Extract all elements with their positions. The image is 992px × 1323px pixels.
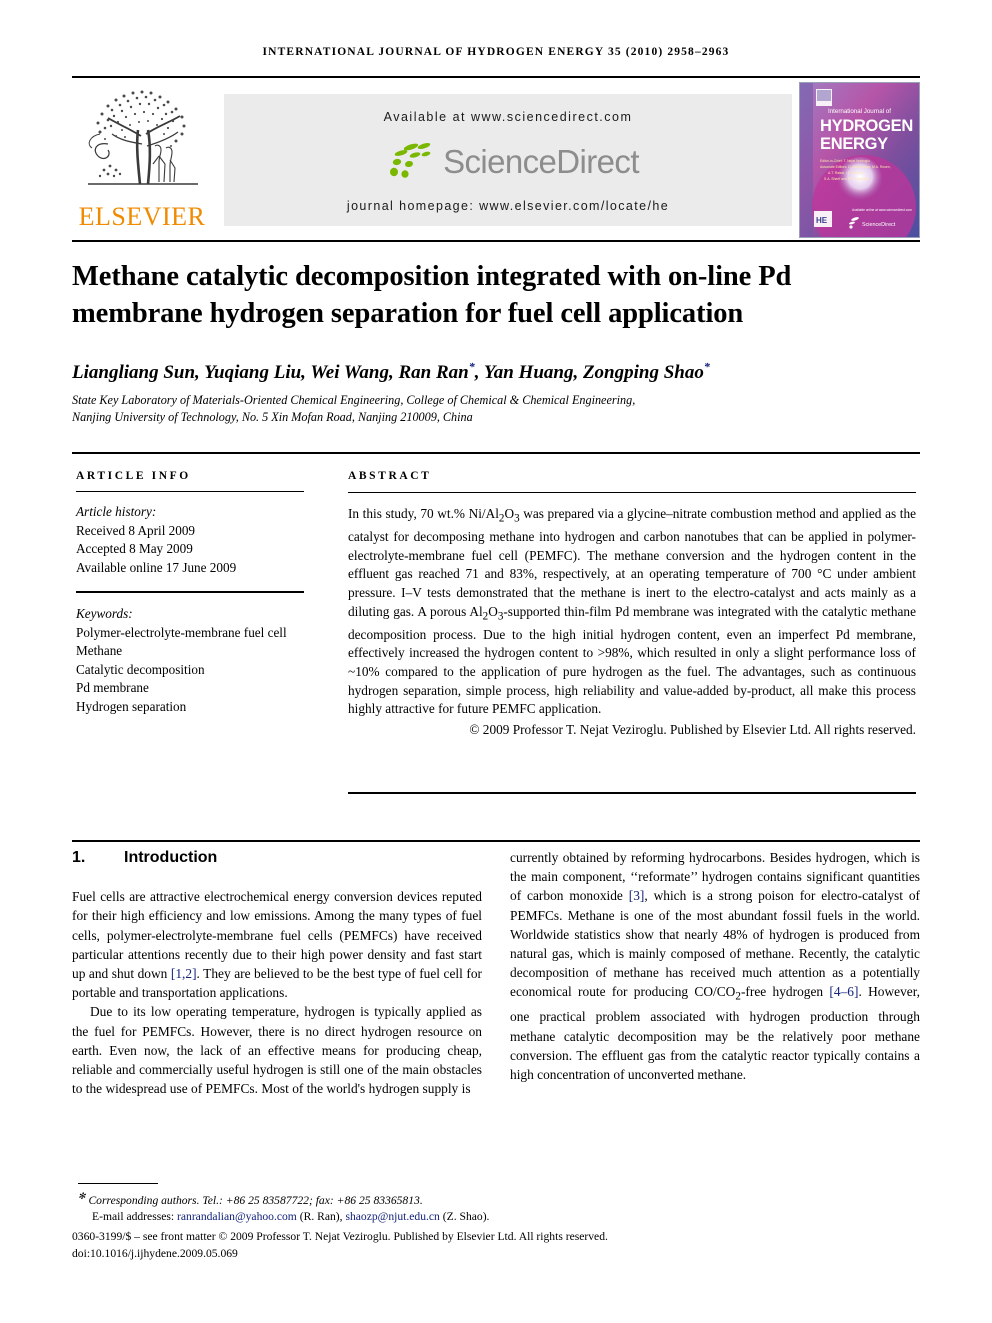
- keyword-item: Catalytic decomposition: [76, 661, 205, 677]
- footnote-rule: [78, 1183, 158, 1184]
- article-info-mid-rule: [76, 591, 304, 593]
- email-link-1[interactable]: ranrandalian@yahoo.com: [177, 1210, 297, 1223]
- doi-line[interactable]: doi:10.1016/j.ijhydene.2009.05.069: [72, 1246, 920, 1263]
- author-names: Liangliang Sun, Yuqiang Liu, Wei Wang, R…: [72, 360, 710, 384]
- abstract-text: In this study, 70 wt.% Ni/Al2O3 was prep…: [348, 506, 916, 717]
- sciencedirect-logo: ScienceDirect: [224, 138, 792, 186]
- corresponding-author-text: Corresponding authors. Tel.: +86 25 8358…: [88, 1193, 423, 1207]
- elsevier-wordmark: ELSEVIER: [78, 202, 206, 231]
- abstract-heading: ABSTRACT: [348, 470, 916, 482]
- corresponding-author-note: ✻ Corresponding authors. Tel.: +86 25 83…: [72, 1188, 920, 1209]
- svg-text:ScienceDirect: ScienceDirect: [862, 222, 896, 228]
- intro-paragraph-2: Due to its low operating temperature, hy…: [72, 1004, 482, 1097]
- svg-text:Editor-in-Chief: T. Nejat Vez: Editor-in-Chief: T. Nejat Veziroglu: [820, 159, 870, 163]
- affiliation-line-1: State Key Laboratory of Materials-Orient…: [72, 393, 636, 407]
- intro-paragraph-3: currently obtained by reforming hydrocar…: [510, 850, 921, 1082]
- article-history-accepted: Accepted 8 May 2009: [76, 541, 193, 556]
- keywords-block: Keywords: Polymer-electrolyte-membrane f…: [76, 605, 304, 716]
- journal-cover-thumbnail: International Journal of HYDROGEN ENERGY…: [799, 82, 920, 238]
- masthead-divider-rule: [72, 240, 920, 242]
- sciencedirect-band: Available at www.sciencedirect.com Scien…: [224, 94, 792, 226]
- section-number: 1.: [72, 849, 86, 866]
- page-footer: ✻ Corresponding authors. Tel.: +86 25 83…: [72, 1188, 920, 1262]
- abstract-column: ABSTRACT In this study, 70 wt.% Ni/Al2O3…: [348, 470, 916, 739]
- section-heading-introduction: 1. Introduction: [72, 848, 482, 867]
- author-list: Liangliang Sun, Yuqiang Liu, Wei Wang, R…: [72, 360, 914, 384]
- email-owner-2: (Z. Shao).: [442, 1210, 490, 1224]
- article-info-heading: ARTICLE INFO: [76, 470, 304, 482]
- article-info-column: ARTICLE INFO Article history: Received 8…: [76, 470, 304, 716]
- svg-text:HYDROGEN: HYDROGEN: [820, 117, 913, 135]
- header-divider-rule: [72, 76, 920, 78]
- elsevier-logo: ELSEVIER: [72, 82, 212, 238]
- asterisk-icon: ✻: [78, 1191, 86, 1201]
- email-owner-1: (R. Ran),: [299, 1210, 343, 1224]
- journal-article-page: International Journal of Hydrogen Energy…: [0, 0, 992, 1323]
- sciencedirect-wordmark: ScienceDirect: [443, 143, 639, 180]
- affiliation: State Key Laboratory of Materials-Orient…: [72, 392, 772, 425]
- body-column-left: 1. Introduction Fuel cells are attractive…: [72, 848, 482, 1098]
- email-label: E-mail addresses:: [92, 1210, 175, 1224]
- article-info-heading-text: ARTICLE INFO: [76, 470, 191, 482]
- keyword-item: Hydrogen separation: [76, 698, 187, 714]
- svg-text:Available online at www.scienc: Available online at www.sciencedirect.co…: [852, 208, 912, 212]
- svg-text:International Journal of: International Journal of: [828, 108, 891, 115]
- keyword-item: Methane: [76, 643, 123, 658]
- svg-text:ENERGY: ENERGY: [820, 135, 888, 153]
- article-title: Methane catalytic decomposition integrat…: [72, 261, 792, 329]
- section-title-text: Introduction: [124, 849, 218, 866]
- body-top-rule: [72, 840, 920, 842]
- svg-text:Associate Editors: D. Bessarab: Associate Editors: D. Bessarabov, M.A. R…: [820, 165, 891, 169]
- abstract-divider-rule: [348, 792, 916, 794]
- running-head: International Journal of Hydrogen Energy…: [262, 46, 730, 58]
- email-link-2[interactable]: shaozp@njut.edu.cn: [345, 1210, 439, 1223]
- available-at-text: Available at www.sciencedirect.com: [383, 110, 633, 124]
- abstract-heading-text: ABSTRACT: [348, 470, 432, 482]
- email-addresses-line: E-mail addresses: ranrandalian@yahoo.com…: [72, 1209, 920, 1226]
- elsevier-tree-icon: [78, 84, 208, 196]
- abstract-copyright: © 2009 Professor T. Nejat Veziroglu. Pub…: [469, 721, 916, 737]
- keyword-item: Polymer-electrolyte-membrane fuel cell: [76, 624, 287, 640]
- title-divider-rule: [72, 452, 920, 454]
- affiliation-line-2: Nanjing University of Technology, No. 5 …: [72, 409, 473, 424]
- journal-homepage-text: journal homepage: www.elsevier.com/locat…: [346, 199, 670, 213]
- abstract-rule: [348, 492, 916, 493]
- article-info-rule: [76, 491, 304, 492]
- keywords-label: Keywords:: [76, 606, 133, 621]
- svg-text:S.A. Sherif and R.F. Probstein: S.A. Sherif and R.F. Probstein: [824, 177, 869, 181]
- body-column-right: currently obtained by reforming hydrocar…: [510, 848, 920, 1084]
- issn-copyright-line: 0360-3199/$ – see front matter © 2009 Pr…: [72, 1230, 608, 1244]
- article-history-online: Available online 17 June 2009: [76, 559, 237, 575]
- svg-text:HE: HE: [816, 216, 828, 225]
- sciencedirect-swoosh-icon: [377, 140, 439, 184]
- masthead: ELSEVIER Available at www.sciencedirect.…: [72, 82, 920, 238]
- article-history-label: Article history:: [76, 504, 157, 519]
- intro-paragraph-1: Fuel cells are attractive electrochemica…: [72, 889, 482, 1001]
- keyword-item: Pd membrane: [76, 680, 149, 695]
- svg-text:A.T. Raissi, I.E. Wachs,: A.T. Raissi, I.E. Wachs,: [828, 171, 863, 175]
- article-history-received: Received 8 April 2009: [76, 522, 196, 538]
